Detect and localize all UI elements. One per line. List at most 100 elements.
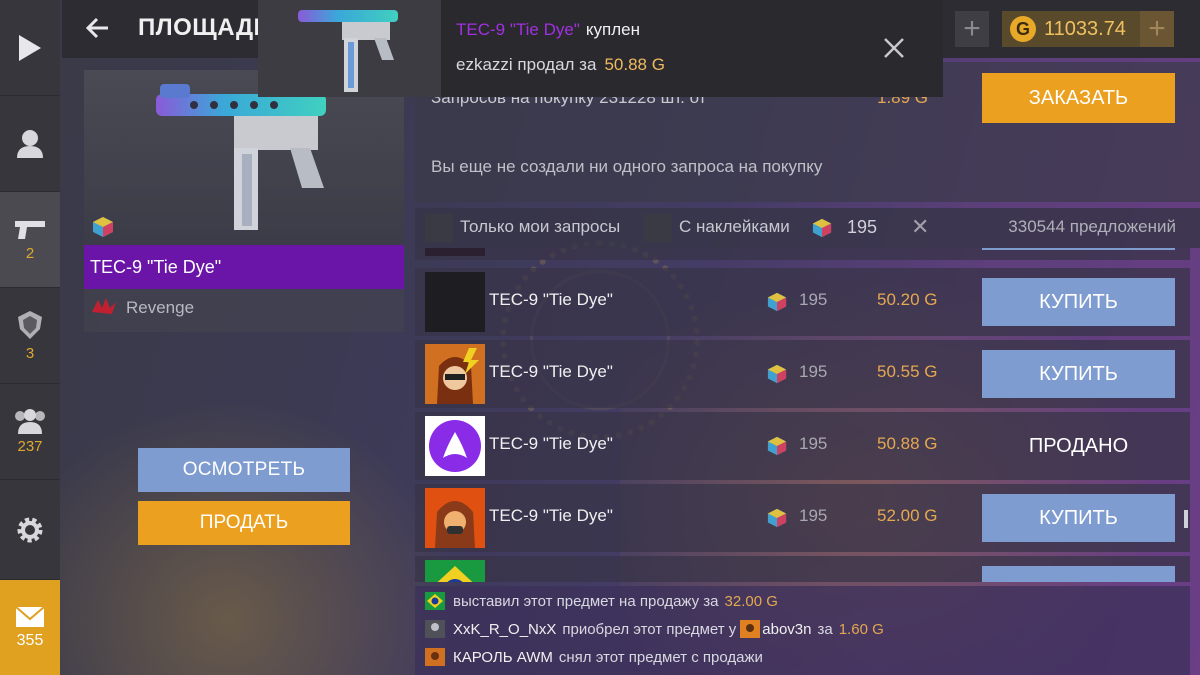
pistol-icon bbox=[15, 221, 45, 239]
listings-scrollbar[interactable] bbox=[1184, 510, 1188, 528]
add-secondary-currency-button[interactable]: + bbox=[955, 11, 989, 47]
pattern-dice-icon bbox=[767, 292, 787, 312]
listing-item-name: TEC-9 "Tie Dye" bbox=[489, 362, 613, 381]
brazil-flag-icon bbox=[425, 592, 445, 610]
sidebar-item-settings[interactable] bbox=[0, 480, 60, 580]
listing-row: TEC-9 "Tie Dye" 195 52.00 G КУПИТЬ bbox=[415, 484, 1190, 552]
brazil-flag-avatar bbox=[425, 560, 485, 582]
listing-item-name: TEC-9 "Tie Dye" bbox=[489, 290, 613, 309]
pattern-dice-icon bbox=[767, 508, 787, 528]
listings-list: TEC-9 "Tie Dye" 195 50.20 G КУПИТЬ TEC-9… bbox=[415, 248, 1200, 582]
sell-button[interactable]: ПРОДАТЬ bbox=[138, 501, 350, 545]
sidebar-item-play[interactable] bbox=[0, 0, 60, 96]
notification-item-image bbox=[258, 0, 441, 97]
activity-seller[interactable]: abov3n bbox=[762, 621, 811, 638]
activity-mid: за bbox=[817, 620, 833, 638]
listing-row: TEC-9 "Tie Dye" 195 50.88 G ПРОДАНО bbox=[415, 412, 1190, 480]
listing-row: TEC-9 "Tie Dye" 195 50.55 G КУПИТЬ bbox=[415, 340, 1190, 408]
friends-icon bbox=[15, 409, 45, 434]
back-arrow-icon[interactable] bbox=[84, 14, 112, 42]
sidebar-item-achievements[interactable]: 3 bbox=[0, 288, 60, 384]
user-avatar-icon bbox=[425, 648, 445, 666]
activity-text: приобрел этот предмет у bbox=[562, 620, 737, 638]
notification-title: TEC-9 "Tie Dye" куплен bbox=[456, 20, 640, 40]
profile-icon bbox=[17, 129, 43, 158]
seller-avatar bbox=[425, 488, 485, 548]
sidebar-item-mail[interactable]: 355 bbox=[0, 580, 60, 675]
sidebar-item-inventory[interactable]: 2 bbox=[0, 192, 60, 288]
badge-icon bbox=[18, 311, 42, 339]
gold-amount: 11033.74 bbox=[1044, 17, 1126, 40]
play-icon bbox=[19, 34, 41, 61]
with-stickers-checkbox[interactable] bbox=[644, 214, 672, 242]
only-my-requests-checkbox[interactable] bbox=[425, 214, 453, 242]
notification-seller: ezkazzi bbox=[456, 55, 513, 74]
listing-item-name: TEC-9 "Tie Dye" bbox=[489, 434, 613, 453]
clear-filter-icon[interactable]: ✕ bbox=[911, 214, 929, 240]
with-stickers-label: С наклейками bbox=[679, 217, 790, 236]
activity-log: выставил этот предмет на продажу за 32.0… bbox=[415, 586, 1190, 675]
sold-label: ПРОДАНО bbox=[1028, 434, 1129, 457]
listing-pattern: 195 bbox=[799, 434, 828, 453]
notification-sold-text: продал за bbox=[517, 55, 597, 74]
activity-entry: КАРОЛЬ AWM снял этот предмет с продажи bbox=[425, 646, 763, 668]
listing-price: 50.88 G bbox=[877, 434, 938, 453]
tec9-weapon-image bbox=[298, 10, 398, 92]
listing-pattern: 195 bbox=[799, 506, 828, 525]
sidebar-item-friends[interactable]: 237 bbox=[0, 384, 60, 480]
user-avatar-icon bbox=[740, 620, 761, 638]
offers-count: 330544 предложений bbox=[1008, 217, 1176, 236]
activity-entry: выставил этот предмет на продажу за 32.0… bbox=[425, 590, 778, 612]
activity-user[interactable]: КАРОЛЬ AWM bbox=[453, 649, 553, 666]
no-requests-text: Вы еще не создали ни одного запроса на п… bbox=[431, 157, 823, 176]
listing-pattern: 195 bbox=[799, 290, 828, 309]
revenge-collection-logo-icon bbox=[92, 298, 116, 314]
close-icon[interactable] bbox=[880, 34, 908, 62]
purchase-notification: TEC-9 "Tie Dye" куплен ezkazzi продал за 5… bbox=[258, 0, 943, 97]
pattern-dice-icon bbox=[767, 436, 787, 456]
item-collection: Revenge bbox=[90, 294, 194, 322]
listing-price: 52.00 G bbox=[877, 506, 938, 525]
only-my-requests-label: Только мои запросы bbox=[460, 217, 621, 236]
pattern-filter-value[interactable]: 195 bbox=[847, 217, 877, 238]
activity-amount: 1.60 G bbox=[838, 620, 884, 638]
activity-entry: XxK_R_O_NxX приобрел этот предмет у abov… bbox=[425, 618, 884, 640]
user-avatar-icon bbox=[425, 620, 445, 638]
gear-icon bbox=[17, 517, 43, 542]
mail-icon bbox=[15, 605, 45, 627]
inspect-button[interactable]: ОСМОТРЕТЬ bbox=[138, 448, 350, 492]
buy-button[interactable]: КУПИТЬ bbox=[982, 350, 1175, 398]
pattern-dice-icon bbox=[767, 364, 787, 384]
listing-row: TEC-9 "Tie Dye" 195 50.20 G КУПИТЬ bbox=[415, 268, 1190, 336]
listing-pattern: 195 bbox=[799, 362, 828, 381]
activity-text: снял этот предмет с продажи bbox=[558, 648, 763, 666]
notification-amount: 50.88 G bbox=[604, 55, 665, 74]
listing-row-partial-bottom bbox=[415, 556, 1190, 582]
notification-status: куплен bbox=[585, 20, 640, 39]
gold-coin-icon: G bbox=[1010, 16, 1036, 42]
sidebar: 2 3 237 355 bbox=[0, 0, 60, 675]
friends-count: 237 bbox=[17, 438, 43, 455]
notification-detail: ezkazzi продал за 50.88 G bbox=[456, 55, 665, 75]
activity-user[interactable]: XxK_R_O_NxX bbox=[453, 621, 556, 638]
activity-amount: 32.00 G bbox=[724, 592, 778, 610]
activity-text: выставил этот предмет на продажу за bbox=[453, 592, 719, 610]
order-button[interactable]: ЗАКАЗАТЬ bbox=[982, 73, 1175, 123]
seller-avatar bbox=[425, 272, 485, 332]
pattern-dice-icon bbox=[93, 217, 113, 237]
mail-count: 355 bbox=[16, 631, 44, 649]
seller-avatar bbox=[425, 344, 485, 404]
listing-item-name: TEC-9 "Tie Dye" bbox=[489, 506, 613, 525]
buy-button[interactable]: КУПИТЬ bbox=[982, 278, 1175, 326]
sidebar-item-profile[interactable] bbox=[0, 96, 60, 192]
notification-item-name: TEC-9 "Tie Dye" bbox=[456, 20, 580, 39]
pattern-dice-icon bbox=[812, 218, 832, 238]
collection-name: Revenge bbox=[126, 298, 195, 317]
achievements-count: 3 bbox=[25, 345, 35, 362]
add-gold-button[interactable]: + bbox=[1140, 11, 1174, 47]
listing-row-partial-top bbox=[415, 248, 1190, 260]
inventory-count: 2 bbox=[25, 245, 35, 262]
buy-button[interactable]: КУПИТЬ bbox=[982, 494, 1175, 542]
listing-price: 50.55 G bbox=[877, 362, 938, 381]
item-name: TEC-9 "Tie Dye" bbox=[84, 245, 404, 289]
